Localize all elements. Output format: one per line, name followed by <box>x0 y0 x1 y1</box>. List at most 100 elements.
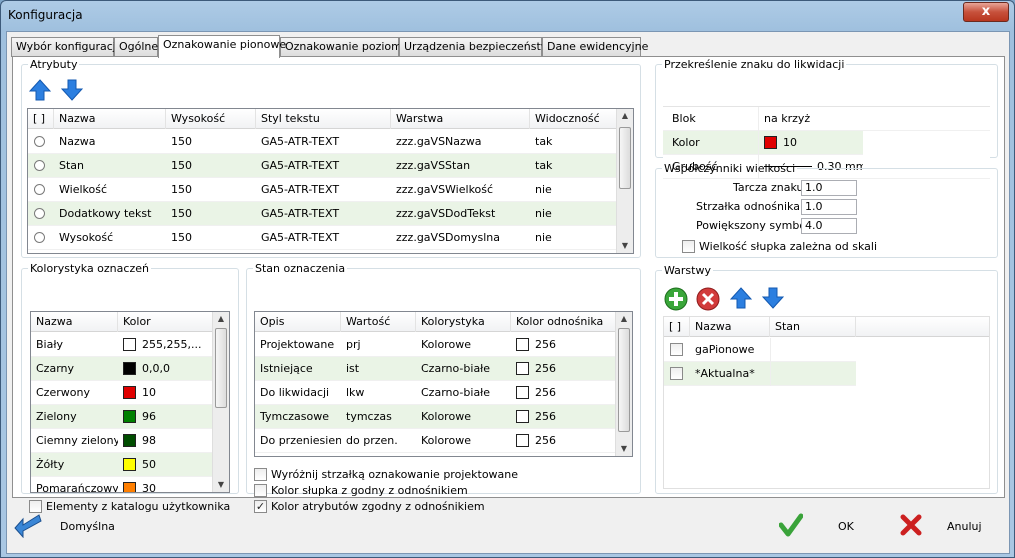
layer-down-icon[interactable] <box>762 287 784 309</box>
table-row[interactable]: *Aktualna* <box>664 362 856 386</box>
header-color-name[interactable]: Nazwa <box>31 312 118 332</box>
colors-scrollbar[interactable]: ▲ ▼ <box>212 312 229 492</box>
scroll-up-icon[interactable]: ▲ <box>617 109 633 123</box>
delete-icon[interactable] <box>696 287 720 311</box>
row-radio[interactable] <box>28 154 54 178</box>
cell-layer: zzz.gaVSNazwa <box>396 135 482 148</box>
scale-checkbox[interactable] <box>682 240 695 253</box>
table-row[interactable]: Tymczasowe tymczas Kolorowe 256 <box>255 405 617 429</box>
row-radio[interactable] <box>28 178 54 202</box>
scroll-thumb[interactable] <box>215 328 227 408</box>
default-button[interactable]: Domyślna <box>60 520 115 533</box>
scroll-up-icon[interactable]: ▲ <box>213 312 229 326</box>
shield-label: Tarcza znaku <box>733 181 804 194</box>
cell-visibility: nie <box>535 231 552 244</box>
layers-header: [ ] Nazwa Stan <box>664 317 989 337</box>
enlarged-input[interactable]: 4.0 <box>801 218 857 234</box>
table-row[interactable]: Istniejące ist Czarno-białe 256 <box>255 357 617 381</box>
layer-up-icon[interactable] <box>730 287 752 309</box>
default-icon[interactable] <box>13 512 43 538</box>
tab-oznakowanie-poziome[interactable]: Oznakowanie poziome <box>280 37 409 57</box>
header-style[interactable]: Styl tekstu <box>256 109 391 129</box>
table-row[interactable]: Zielony 96 <box>31 405 214 429</box>
header-visibility[interactable]: Widoczność <box>530 109 618 129</box>
ok-button[interactable]: OK <box>838 520 854 533</box>
table-row[interactable]: Do przeniesieniado przen.Kolorowe256 <box>255 429 617 453</box>
header-height[interactable]: Wysokość <box>166 109 256 129</box>
cancel-x-icon[interactable] <box>900 514 922 536</box>
state-scrollbar[interactable]: ▲ ▼ <box>615 312 632 456</box>
strike-block-row[interactable]: Blok na krzyż <box>663 107 990 131</box>
table-row[interactable]: Czerwony 10 <box>31 381 214 405</box>
header-ref-color[interactable]: Kolor odnośnika <box>511 312 617 332</box>
opt-attr-color-checkbox[interactable]: ✓ <box>254 500 267 513</box>
table-row[interactable]: Wysokość 150 GA5-ATR-TEXT zzz.gaVSDomysl… <box>28 226 618 250</box>
scale-label: Wielkość słupka zależna od skali <box>699 240 878 253</box>
row-radio[interactable] <box>28 202 54 226</box>
tab-wybor-konfiguracji[interactable]: Wybór konfiguracji <box>11 37 119 57</box>
scroll-down-icon[interactable]: ▼ <box>616 442 632 456</box>
close-button[interactable]: x <box>963 2 1009 22</box>
header-value[interactable]: Wartość <box>341 312 416 332</box>
cell-name: Nazwa <box>59 135 96 148</box>
attributes-scrollbar[interactable]: ▲ ▼ <box>616 109 633 253</box>
row-radio[interactable] <box>28 226 54 250</box>
table-row[interactable]: Wielkość 150 GA5-ATR-TEXT zzz.gaVSWielko… <box>28 178 618 202</box>
scroll-thumb[interactable] <box>618 328 630 432</box>
strike-color-row[interactable]: Kolor 10 <box>663 131 863 155</box>
header-desc[interactable]: Opis <box>255 312 341 332</box>
table-row[interactable]: Czarny 0,0,0 <box>31 357 214 381</box>
table-row[interactable]: Pomarańczowy 30 <box>31 477 214 492</box>
table-row[interactable]: Żółty 50 <box>31 453 214 477</box>
header-color[interactable]: Kolor <box>118 312 214 332</box>
colors-table[interactable]: Nazwa Kolor Biały 255,255,... Czarny 0,0,0… <box>30 311 230 493</box>
scroll-thumb[interactable] <box>619 127 631 189</box>
cell-style: GA5-ATR-TEXT <box>261 183 340 196</box>
title-bar[interactable]: Konfiguracja x <box>1 1 1014 31</box>
tab-dane-ewidencyjne[interactable]: Dane ewidencyjne <box>542 37 648 57</box>
color-value[interactable]: 10 <box>758 131 863 155</box>
cancel-button[interactable]: Anuluj <box>947 520 982 533</box>
coef-legend: Współczynniki wielkości <box>664 162 796 175</box>
table-row[interactable]: Projektowane prj Kolorowe 256 <box>255 333 617 357</box>
color-swatch <box>764 136 777 149</box>
layers-legend: Warstwy <box>664 264 711 277</box>
tab-ogolne[interactable]: Ogólne <box>114 37 158 57</box>
ok-check-icon[interactable] <box>779 513 803 537</box>
layers-table[interactable]: [ ] Nazwa Stan gaPionowe *Aktualna* <box>663 316 990 489</box>
table-row[interactable]: Nazwa 150 GA5-ATR-TEXT zzz.gaVSNazwa tak <box>28 130 618 154</box>
table-row[interactable]: Stan 150 GA5-ATR-TEXT zzz.gaVSStan tak <box>28 154 618 178</box>
header-scheme[interactable]: Kolorystyka <box>416 312 511 332</box>
shield-input[interactable]: 1.0 <box>801 180 857 196</box>
arrow-up-icon[interactable] <box>29 79 51 101</box>
opt-post-color-checkbox[interactable] <box>254 484 267 497</box>
attributes-table[interactable]: [ ] Nazwa Wysokość Styl tekstu Warstwa W… <box>27 108 634 254</box>
tab-urzadzenia-bezpieczenstwa[interactable]: Urządzenia bezpieczeństwa <box>399 37 557 57</box>
table-row[interactable]: Do likwidacji lkw Czarno-białe 256 <box>255 381 617 405</box>
row-radio[interactable] <box>28 130 54 154</box>
table-row[interactable]: Ciemny zielony 98 <box>31 429 214 453</box>
block-value[interactable]: na krzyż <box>758 107 863 131</box>
table-row[interactable]: Biały 255,255,... <box>31 333 214 357</box>
arrow-down-icon[interactable] <box>61 79 83 101</box>
user-catalog-label: Elementy z katalogu użytkownika <box>46 500 231 513</box>
scroll-up-icon[interactable]: ▲ <box>616 312 632 326</box>
opt-highlight-label: Wyróżnij strzałką oznakowanie projektowa… <box>271 468 519 481</box>
scroll-down-icon[interactable]: ▼ <box>617 239 633 253</box>
cell-name: Wysokość <box>59 231 114 244</box>
header-check[interactable]: [ ] <box>28 109 54 129</box>
cell-style: GA5-ATR-TEXT <box>261 231 340 244</box>
arrow-input[interactable]: 1.0 <box>801 199 857 215</box>
opt-highlight-checkbox[interactable] <box>254 468 267 481</box>
header-layer[interactable]: Warstwa <box>391 109 530 129</box>
table-row[interactable]: gaPionowe <box>664 338 856 362</box>
header-name[interactable]: Nazwa <box>54 109 166 129</box>
add-icon[interactable] <box>664 287 688 311</box>
header-layer-name[interactable]: Nazwa <box>690 317 770 337</box>
header-check[interactable]: [ ] <box>664 317 690 337</box>
header-layer-state[interactable]: Stan <box>770 317 856 337</box>
tab-oznakowanie-pionowe[interactable]: Oznakowanie pionowe <box>158 35 286 58</box>
scroll-down-icon[interactable]: ▼ <box>213 478 229 492</box>
table-row[interactable]: Dodatkowy tekst 150 GA5-ATR-TEXT zzz.gaV… <box>28 202 618 226</box>
state-table[interactable]: Opis Wartość Kolorystyka Kolor odnośnika… <box>254 311 633 457</box>
